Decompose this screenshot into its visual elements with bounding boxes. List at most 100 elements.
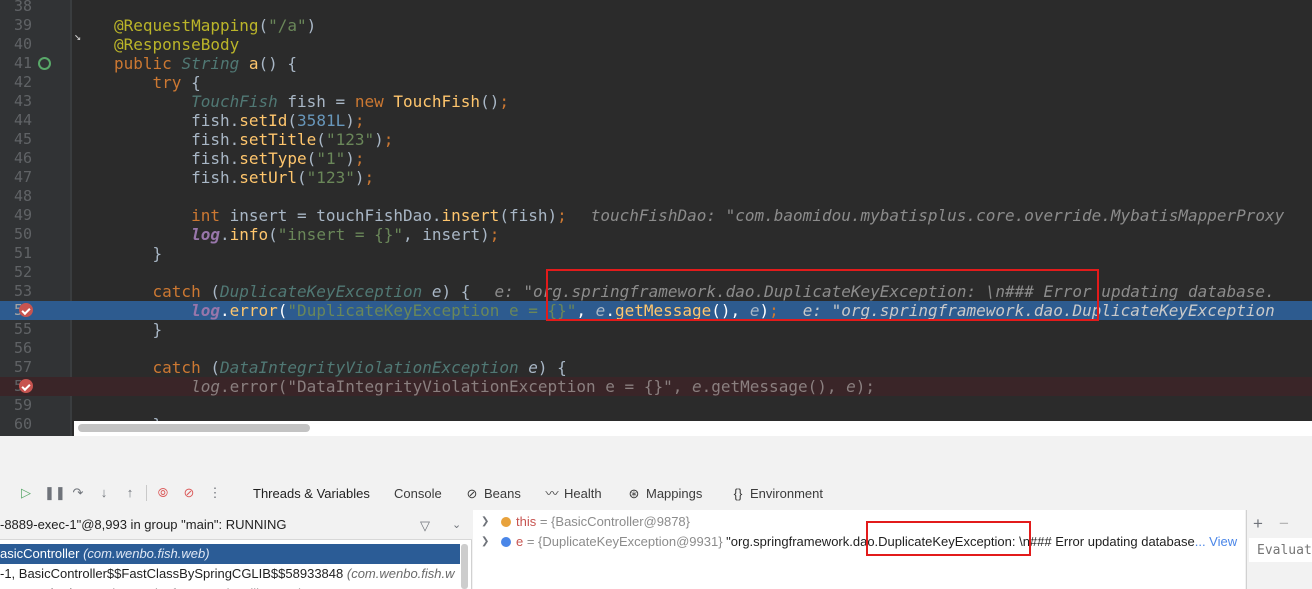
code-line-43[interactable]: 43 TouchFish fish = new TouchFish(); <box>0 92 1312 111</box>
code-line-56[interactable]: 56 <box>0 339 1312 358</box>
filter-icon[interactable]: ▽ <box>420 518 430 534</box>
code-line-49[interactable]: 49 int insert = touchFishDao.insert(fish… <box>0 206 1312 225</box>
line-number[interactable]: 43 <box>0 92 32 111</box>
chevron-down-icon[interactable]: ⌄ <box>452 518 461 531</box>
line-number[interactable]: 56 <box>0 339 32 358</box>
code-text[interactable]: public String a() { <box>114 54 297 73</box>
mute-breakpoints-icon[interactable]: ⊘ <box>181 485 197 501</box>
line-number[interactable]: 39 <box>0 16 32 35</box>
code-text[interactable]: log.error("DataIntegrityViolationExcepti… <box>114 377 875 396</box>
code-token: ; <box>354 149 365 168</box>
code-text[interactable]: fish.setType("1"); <box>114 149 365 168</box>
more-options-icon[interactable]: ⋮ <box>207 485 223 501</box>
line-number[interactable]: 47 <box>0 168 32 187</box>
line-number[interactable]: 50 <box>0 225 32 244</box>
thread-selector[interactable]: -8889-exec-1"@8,993 in group "main": RUN… <box>0 510 472 540</box>
line-number[interactable]: 55 <box>0 320 32 339</box>
code-text[interactable]: fish.setUrl("123"); <box>114 168 374 187</box>
code-text[interactable]: try { <box>114 73 201 92</box>
code-text[interactable]: TouchFish fish = new TouchFish(); <box>114 92 509 111</box>
line-number[interactable]: 59 <box>0 396 32 415</box>
line-number[interactable]: 41 <box>0 54 32 73</box>
code-text[interactable]: log.info("insert = {}", insert); <box>114 225 499 244</box>
line-number[interactable]: 46 <box>0 149 32 168</box>
code-line-50[interactable]: 50 log.info("insert = {}", insert); <box>0 225 1312 244</box>
code-text[interactable]: } <box>114 244 163 263</box>
code-line-57[interactable]: 57 catch (DataIntegrityViolationExceptio… <box>0 358 1312 377</box>
line-number[interactable]: 45 <box>0 130 32 149</box>
code-line-58[interactable]: 58 log.error("DataIntegrityViolationExce… <box>0 377 1312 396</box>
stack-frame[interactable]: 318, MethodProxy (org.springframework.cg… <box>0 584 460 589</box>
code-line-40[interactable]: 40 @ResponseBody <box>0 35 1312 54</box>
watch-pane: + − <box>1246 510 1312 589</box>
stack-frame[interactable]: asicController (com.wenbo.fish.web) <box>0 544 460 564</box>
code-line-51[interactable]: 51 } <box>0 244 1312 263</box>
code-token: new <box>354 92 394 111</box>
code-line-41[interactable]: 41 public String a() { <box>0 54 1312 73</box>
code-line-55[interactable]: 55 } <box>0 320 1312 339</box>
line-number[interactable]: 53 <box>0 282 32 301</box>
code-text[interactable]: fish.setTitle("123"); <box>114 130 393 149</box>
editor-horizontal-scrollbar[interactable] <box>74 421 1312 436</box>
evaluate-expression-input[interactable] <box>1249 538 1312 562</box>
code-line-42[interactable]: 42 try { <box>0 73 1312 92</box>
expand-chevron-icon[interactable]: ❯ <box>481 512 489 532</box>
endpoint-gutter-icon[interactable] <box>38 57 51 70</box>
code-token: DuplicateKeyException <box>219 282 432 301</box>
variable-link[interactable]: ... View <box>1195 534 1237 549</box>
resume-icon[interactable]: ▷ <box>18 485 34 501</box>
remove-watch-icon[interactable]: − <box>1279 514 1289 534</box>
line-number[interactable]: 51 <box>0 244 32 263</box>
line-number[interactable]: 48 <box>0 187 32 206</box>
code-line-47[interactable]: 47 fish.setUrl("123"); <box>0 168 1312 187</box>
step-over-icon[interactable]: ↷ <box>70 485 86 501</box>
code-line-44[interactable]: 44 fish.setId(3581L); <box>0 111 1312 130</box>
code-token: ( <box>287 111 298 130</box>
tab-environment[interactable]: {} Environment <box>731 485 823 503</box>
variable-type: = {BasicController@9878} <box>536 514 690 529</box>
code-line-46[interactable]: 46 fish.setType("1"); <box>0 149 1312 168</box>
code-text[interactable]: @ResponseBody <box>114 35 239 54</box>
step-out-icon[interactable]: ↑ <box>122 485 138 501</box>
line-number[interactable]: 57 <box>0 358 32 377</box>
tab-beans[interactable]: ⊘ Beans <box>465 485 521 503</box>
line-number[interactable]: 60 <box>0 415 32 434</box>
code-line-38[interactable]: 38 <box>0 0 1312 16</box>
code-token: setTitle <box>239 130 317 149</box>
code-text[interactable]: } <box>114 320 163 339</box>
view-breakpoints-icon[interactable]: ⦾ <box>155 485 171 501</box>
breakpoint-icon[interactable] <box>19 379 33 393</box>
debug-toolbar: ▷ ❚❚ ↷ ↓ ↑ ⦾ ⊘ ⋮ Threads & Variables Cons… <box>0 476 1312 514</box>
code-line-39[interactable]: 39 @RequestMapping("/a") <box>0 16 1312 35</box>
tab-console[interactable]: Console <box>394 485 442 503</box>
code-text[interactable]: @RequestMapping("/a") <box>114 16 316 35</box>
line-number[interactable]: 40 <box>0 35 32 54</box>
code-line-45[interactable]: 45 fish.setTitle("123"); <box>0 130 1312 149</box>
code-token: e <box>846 377 856 396</box>
variable-row[interactable]: ❯ e = {DuplicateKeyException@9931} "org.s… <box>473 532 1245 552</box>
add-watch-icon[interactable]: + <box>1253 514 1263 534</box>
code-line-48[interactable]: 48 <box>0 187 1312 206</box>
frames-scrollbar[interactable] <box>461 544 468 589</box>
code-token: ; <box>499 92 509 111</box>
line-number[interactable]: 52 <box>0 263 32 282</box>
line-number[interactable]: 44 <box>0 111 32 130</box>
code-editor[interactable]: 38 39 @RequestMapping("/a") 40 @ResponseBody… <box>0 0 1312 436</box>
tab-mappings[interactable]: ⊛ Mappings <box>627 485 703 503</box>
line-number[interactable]: 42 <box>0 73 32 92</box>
line-number[interactable]: 38 <box>0 0 32 16</box>
code-text[interactable]: fish.setId(3581L); <box>114 111 364 130</box>
code-text[interactable]: catch (DataIntegrityViolationException e… <box>114 358 567 377</box>
tab-health[interactable]: 〰 Health <box>545 485 601 503</box>
step-into-icon[interactable]: ↓ <box>96 485 112 501</box>
line-number[interactable]: 49 <box>0 206 32 225</box>
editor-scrollbar-thumb[interactable] <box>78 424 310 432</box>
breakpoint-icon[interactable] <box>19 303 33 317</box>
code-text[interactable]: int insert = touchFishDao.insert(fish); t… <box>114 206 1284 225</box>
tab-threads-variables[interactable]: Threads & Variables <box>245 485 378 514</box>
code-line-59[interactable]: 59 <box>0 396 1312 415</box>
pause-icon[interactable]: ❚❚ <box>44 485 66 501</box>
expand-chevron-icon[interactable]: ❯ <box>481 532 489 552</box>
stack-frame[interactable]: -1, BasicController$$FastClassBySpringCG… <box>0 564 460 584</box>
variable-row[interactable]: ❯ this = {BasicController@9878} <box>473 512 1245 532</box>
